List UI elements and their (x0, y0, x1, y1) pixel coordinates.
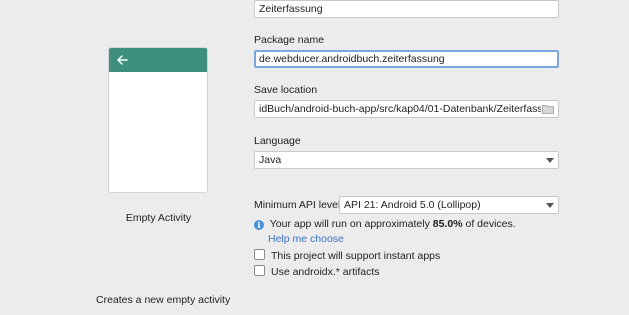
info-suffix: of devices. (465, 218, 516, 230)
package-name-label: Package name (254, 34, 325, 46)
folder-icon[interactable] (542, 104, 554, 114)
api-coverage-info: i Your app will run on approximately 85.… (254, 218, 516, 230)
language-select[interactable]: Java (254, 151, 559, 169)
activity-preview[interactable] (108, 47, 208, 193)
caret-down-icon (546, 158, 554, 163)
activity-name: Empty Activity (125, 212, 192, 224)
save-location-label: Save location (254, 84, 318, 96)
minimum-api-select[interactable]: API 21: Android 5.0 (Lollipop) (339, 196, 559, 214)
info-percent: 85.0% (432, 218, 463, 230)
save-location-value: idBuch/android-buch-app/src/kap04/01-Dat… (259, 103, 541, 115)
info-prefix: Your app will run on approximately (269, 218, 430, 230)
activity-description: Creates a new empty activity (96, 294, 231, 306)
instant-apps-option[interactable]: This project will support instant apps (254, 249, 440, 262)
arrow-left-icon (117, 55, 128, 65)
info-icon: i (254, 220, 264, 230)
androidx-option[interactable]: Use androidx.* artifacts (254, 265, 380, 278)
help-me-choose-link[interactable]: Help me choose (268, 233, 344, 245)
androidx-checkbox[interactable] (254, 265, 265, 276)
instant-apps-label: This project will support instant apps (271, 250, 441, 262)
androidx-label: Use androidx.* artifacts (271, 266, 380, 278)
save-location-field[interactable]: idBuch/android-buch-app/src/kap04/01-Dat… (254, 100, 559, 118)
language-label: Language (254, 135, 301, 147)
preview-appbar (109, 48, 207, 72)
instant-apps-checkbox[interactable] (254, 249, 265, 260)
caret-down-icon (546, 203, 554, 208)
package-name-field[interactable]: de.webducer.androidbuch.zeiterfassung (254, 50, 559, 68)
language-value: Java (259, 154, 282, 166)
minimum-api-value: API 21: Android 5.0 (Lollipop) (344, 199, 481, 211)
minimum-api-label: Minimum API level (254, 199, 341, 211)
name-field[interactable]: Zeiterfassung (254, 0, 559, 18)
